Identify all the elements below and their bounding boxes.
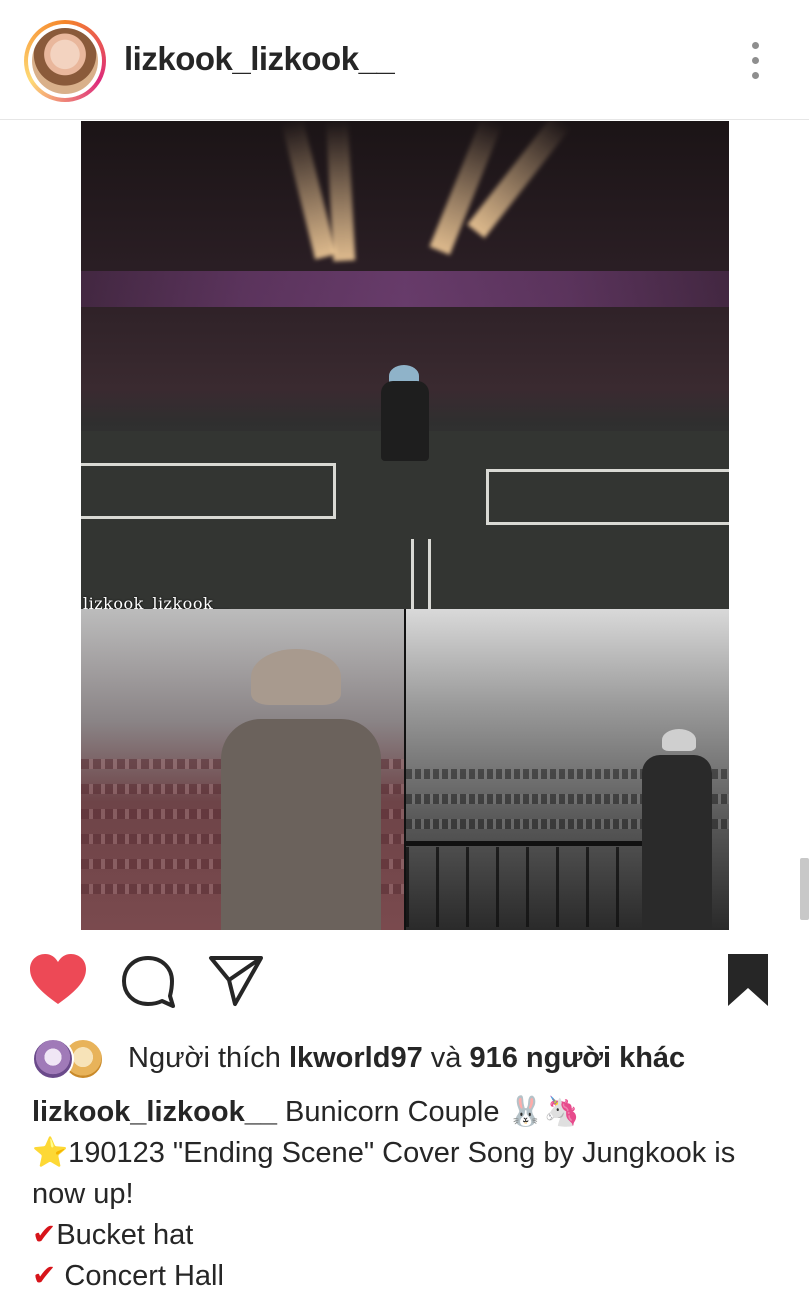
jacket — [221, 719, 381, 930]
stage-marking — [486, 469, 729, 525]
caption-text: 190123 "Ending Scene" Cover Song by Jung… — [68, 1137, 736, 1169]
comment-icon — [122, 956, 175, 1008]
caption-line: ⭐190123 "Ending Scene" Cover Song by Jun… — [32, 1133, 792, 1174]
caption-text: now up! — [32, 1178, 134, 1210]
avatar-image — [32, 28, 98, 94]
more-vertical-icon — [752, 42, 759, 49]
save-button[interactable] — [718, 950, 778, 1014]
bucket-hat — [662, 729, 696, 751]
more-vertical-icon — [752, 72, 759, 79]
caption-title: Bunicorn Couple 🐰🦄 — [277, 1096, 580, 1128]
light-beam — [429, 121, 503, 255]
comment-button[interactable] — [118, 950, 178, 1014]
story-ring[interactable] — [24, 20, 106, 102]
caption-line: ✔ Concert Hall — [32, 1256, 792, 1297]
post-username[interactable]: lizkook_lizkook__ — [124, 40, 395, 78]
likes-prefix: Người thích — [128, 1042, 289, 1074]
caption-line: now up! — [32, 1174, 792, 1215]
post-header: lizkook_lizkook__ — [0, 0, 809, 120]
star-icon: ⭐ — [32, 1137, 69, 1169]
scrollbar[interactable] — [800, 858, 809, 920]
caption-item: Bucket hat — [56, 1219, 194, 1251]
post-image[interactable]: lizkook_lizkook__ — [81, 121, 729, 930]
avatar[interactable] — [28, 24, 102, 98]
person-figure — [381, 381, 429, 461]
bookmark-icon — [728, 954, 768, 1006]
checkmark-icon: ✔ — [32, 1219, 57, 1251]
stage-marking — [81, 463, 336, 519]
stage-marking — [411, 539, 431, 609]
liker-username[interactable]: lkworld97 — [289, 1042, 423, 1074]
stage-photo: lizkook_lizkook__ — [81, 121, 729, 609]
watermark-text: lizkook_lizkook__ — [83, 594, 231, 609]
liker-avatars[interactable] — [32, 1036, 112, 1082]
caption-item: Concert Hall — [56, 1260, 224, 1292]
more-options-button[interactable] — [740, 38, 770, 84]
likes-text[interactable]: Người thích lkworld97 và 916 người khác — [128, 1042, 685, 1075]
person-figure — [221, 649, 391, 930]
caption-line: ✔Bucket hat — [32, 1215, 792, 1256]
bucket-hat — [251, 649, 341, 705]
arena-photo-right — [406, 609, 729, 930]
likes-count[interactable]: 916 người khác — [469, 1042, 685, 1074]
like-button[interactable] — [28, 950, 88, 1014]
arena-lights — [81, 271, 729, 307]
likes-summary[interactable]: Người thích lkworld97 và 916 người khác — [32, 1036, 792, 1082]
caption: lizkook_lizkook__ Bunicorn Couple 🐰🦄 ⭐19… — [32, 1092, 792, 1297]
more-vertical-icon — [752, 57, 759, 64]
send-icon — [209, 956, 263, 1006]
person-figure — [642, 729, 712, 930]
caption-username[interactable]: lizkook_lizkook__ — [32, 1096, 277, 1128]
likes-conjunction: và — [422, 1042, 470, 1074]
caption-line: lizkook_lizkook__ Bunicorn Couple 🐰🦄 — [32, 1092, 792, 1133]
railing — [406, 841, 656, 846]
share-button[interactable] — [205, 950, 265, 1014]
jacket — [642, 755, 712, 930]
checkmark-icon: ✔ — [32, 1260, 57, 1292]
heart-icon — [30, 954, 86, 1004]
avatar — [32, 1038, 74, 1080]
arena-photo-left — [81, 609, 404, 930]
